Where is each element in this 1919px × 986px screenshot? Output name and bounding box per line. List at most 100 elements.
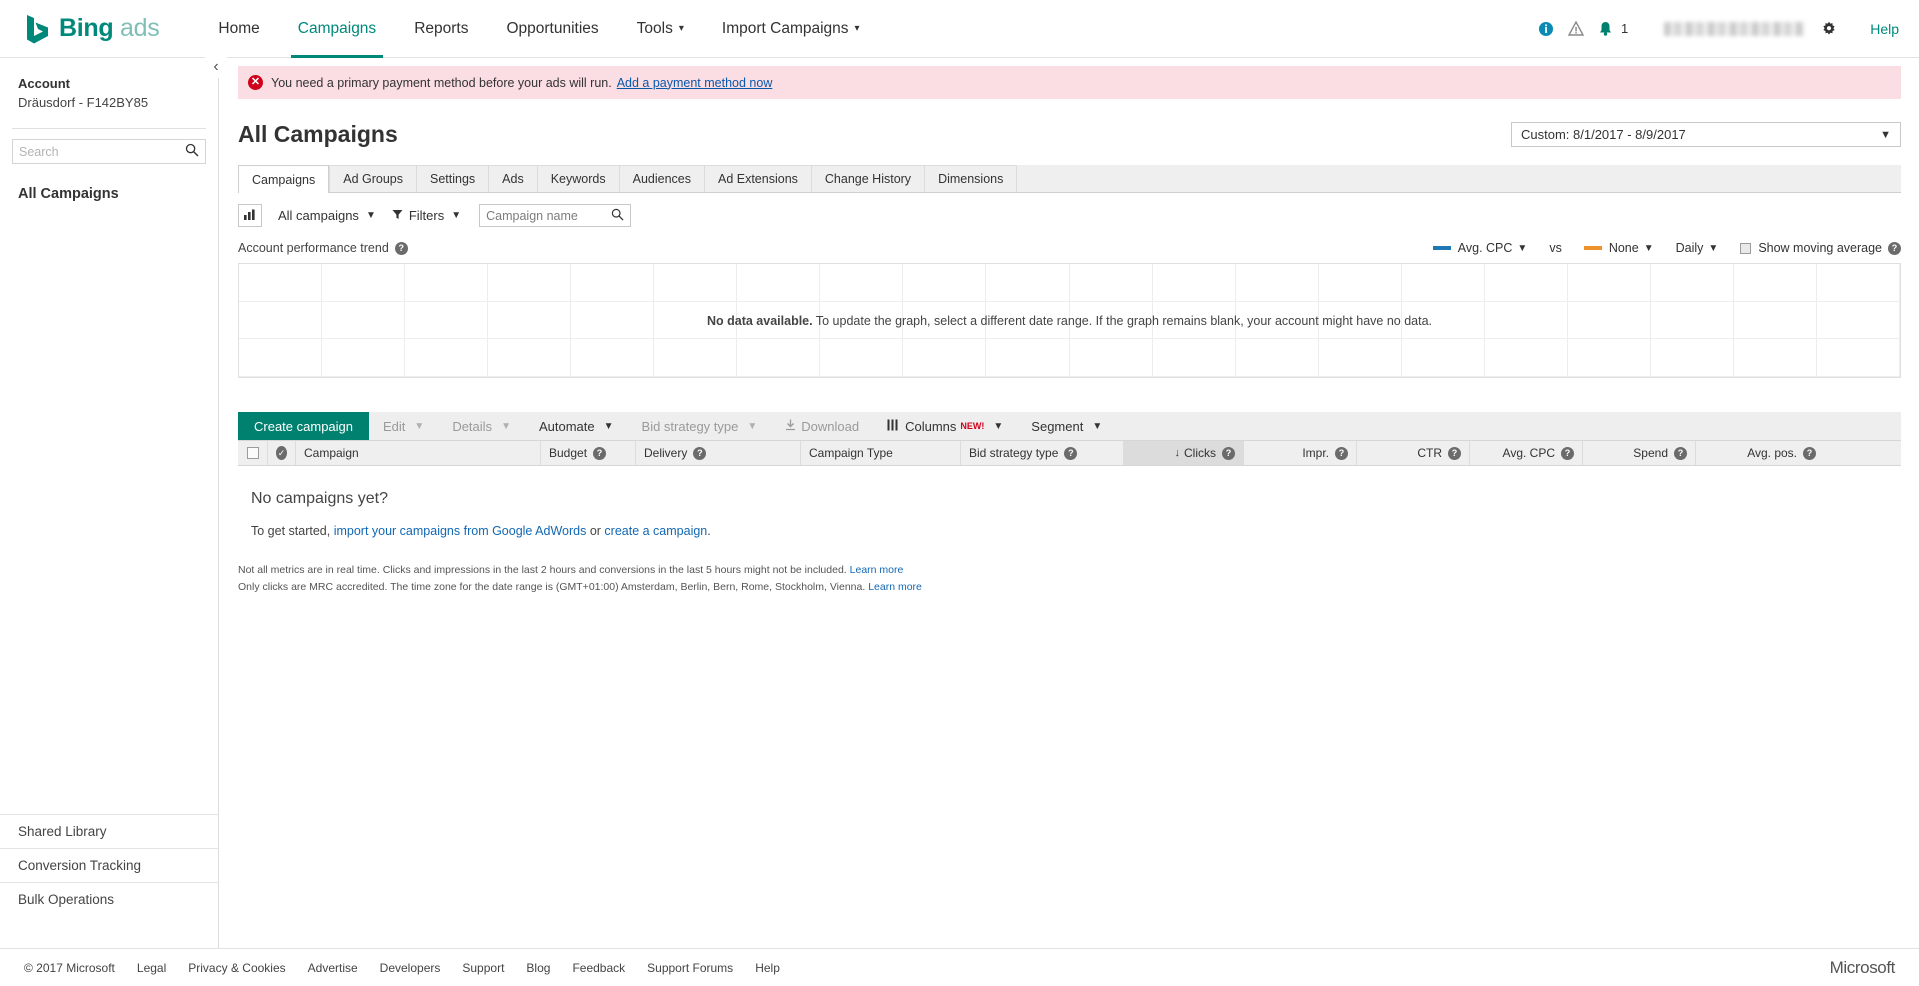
select-all-checkbox[interactable] bbox=[246, 447, 259, 459]
column-bid-strategy-type[interactable]: Bid strategy type? bbox=[961, 441, 1124, 465]
sidebar-item-all-campaigns[interactable]: All Campaigns bbox=[0, 186, 218, 202]
empty-prefix: To get started, bbox=[251, 524, 334, 538]
segment-dropdown[interactable]: Segment ▼ bbox=[1017, 412, 1116, 440]
learn-more-link[interactable]: Learn more bbox=[850, 564, 904, 576]
sidebar-item-conversion-tracking[interactable]: Conversion Tracking bbox=[0, 848, 219, 882]
filter-icon bbox=[392, 208, 403, 223]
search-icon[interactable] bbox=[185, 143, 199, 160]
column-ctr[interactable]: CTR? bbox=[1357, 441, 1470, 465]
footer-link-advertise[interactable]: Advertise bbox=[308, 961, 358, 975]
column-clicks[interactable]: ↓ Clicks? bbox=[1124, 441, 1244, 465]
details-dropdown[interactable]: Details ▼ bbox=[438, 412, 525, 440]
empty-suffix: . bbox=[707, 524, 711, 538]
sort-desc-icon: ↓ bbox=[1174, 447, 1181, 459]
column-avg-cpc[interactable]: Avg. CPC? bbox=[1470, 441, 1583, 465]
column-spend[interactable]: Spend? bbox=[1583, 441, 1696, 465]
import-adwords-link[interactable]: import your campaigns from Google AdWord… bbox=[334, 524, 587, 538]
sidebar-item-shared-library[interactable]: Shared Library bbox=[0, 814, 219, 848]
download-button[interactable]: Download bbox=[771, 412, 873, 440]
sidebar-item-bulk-operations[interactable]: Bulk Operations bbox=[0, 882, 219, 916]
moving-average-checkbox[interactable] bbox=[1740, 242, 1752, 254]
footer-link-help[interactable]: Help bbox=[755, 961, 780, 975]
column-impressions[interactable]: Impr.? bbox=[1244, 441, 1357, 465]
campaign-name-search[interactable]: Campaign name bbox=[479, 204, 632, 227]
bing-ads-logo[interactable]: Bing ads bbox=[24, 13, 160, 45]
chevron-down-icon: ▾ bbox=[854, 23, 860, 34]
column-delivery[interactable]: Delivery? bbox=[636, 441, 801, 465]
help-icon[interactable]: ? bbox=[1448, 446, 1461, 460]
account-name-masked[interactable] bbox=[1664, 21, 1805, 36]
create-campaign-link[interactable]: create a campaign bbox=[604, 524, 707, 538]
gear-icon[interactable] bbox=[1821, 21, 1837, 37]
chevron-down-icon: ▼ bbox=[414, 420, 425, 432]
grid-cell bbox=[737, 339, 821, 377]
nav-item-import-campaigns[interactable]: Import Campaigns ▾ bbox=[703, 0, 879, 58]
legend-primary-metric[interactable]: Avg. CPC ▼ bbox=[1432, 241, 1527, 255]
help-icon[interactable]: ? bbox=[1222, 446, 1235, 460]
tab-ad-groups[interactable]: Ad Groups bbox=[329, 165, 416, 192]
footer-link-blog[interactable]: Blog bbox=[526, 961, 550, 975]
filter-toolbar: All campaigns ▼ Filters ▼ Campaign name bbox=[238, 204, 1901, 227]
date-range-value: Custom: 8/1/2017 - 8/9/2017 bbox=[1521, 127, 1686, 142]
column-campaign[interactable]: Campaign bbox=[296, 441, 541, 465]
tab-ad-extensions[interactable]: Ad Extensions bbox=[703, 165, 811, 192]
column-avg-pos[interactable]: Avg. pos.? bbox=[1696, 441, 1824, 465]
help-icon[interactable]: ? bbox=[593, 446, 607, 460]
footer-link-support-forums[interactable]: Support Forums bbox=[647, 961, 733, 975]
chart-title: Account performance trend bbox=[238, 241, 389, 255]
bell-icon[interactable] bbox=[1598, 21, 1613, 37]
automate-dropdown[interactable]: Automate ▼ bbox=[525, 412, 628, 440]
sidebar-search-wrap bbox=[0, 129, 218, 164]
tab-change-history[interactable]: Change History bbox=[810, 165, 925, 192]
tab-campaigns[interactable]: Campaigns bbox=[238, 165, 330, 193]
chart-toggle-button[interactable] bbox=[238, 204, 262, 227]
column-campaign-type[interactable]: Campaign Type bbox=[801, 441, 961, 465]
footer-link-developers[interactable]: Developers bbox=[380, 961, 441, 975]
column-status[interactable]: ✓ bbox=[268, 441, 296, 465]
nav-item-opportunities[interactable]: Opportunities bbox=[487, 0, 617, 58]
tab-dimensions[interactable]: Dimensions bbox=[924, 165, 1017, 192]
help-icon[interactable]: ? bbox=[1888, 241, 1901, 255]
campaign-scope-dropdown[interactable]: All campaigns ▼ bbox=[278, 208, 376, 223]
nav-item-campaigns[interactable]: Campaigns bbox=[279, 0, 395, 58]
tab-audiences[interactable]: Audiences bbox=[618, 165, 704, 192]
show-moving-average-toggle[interactable]: Show moving average ? bbox=[1740, 241, 1901, 255]
footer-link-privacy[interactable]: Privacy & Cookies bbox=[188, 961, 285, 975]
sidebar-search-input[interactable] bbox=[12, 139, 206, 164]
footer-link-feedback[interactable]: Feedback bbox=[572, 961, 625, 975]
columns-dropdown[interactable]: Columns NEW! ▼ bbox=[873, 412, 1017, 440]
tab-keywords[interactable]: Keywords bbox=[536, 165, 619, 192]
nav-item-reports[interactable]: Reports bbox=[395, 0, 487, 58]
tab-settings[interactable]: Settings bbox=[416, 165, 489, 192]
create-campaign-button[interactable]: Create campaign bbox=[238, 412, 369, 440]
date-range-picker[interactable]: Custom: 8/1/2017 - 8/9/2017 ▼ bbox=[1511, 122, 1901, 147]
help-icon[interactable]: ? bbox=[1064, 446, 1078, 460]
nav-item-tools[interactable]: Tools ▾ bbox=[618, 0, 703, 58]
column-select-all[interactable] bbox=[238, 441, 268, 465]
info-icon[interactable] bbox=[1538, 21, 1554, 37]
footer-link-support[interactable]: Support bbox=[462, 961, 504, 975]
tab-ads[interactable]: Ads bbox=[488, 165, 537, 192]
help-icon[interactable]: ? bbox=[693, 446, 707, 460]
legend-swatch-primary bbox=[1432, 246, 1451, 250]
bid-strategy-type-dropdown[interactable]: Bid strategy type ▼ bbox=[628, 412, 772, 440]
help-icon[interactable]: ? bbox=[1561, 446, 1574, 460]
column-budget[interactable]: Budget? bbox=[541, 441, 636, 465]
help-icon[interactable]: ? bbox=[394, 241, 408, 255]
nav-item-home[interactable]: Home bbox=[199, 0, 278, 58]
primary-nav-items: Home Campaigns Reports Opportunities Too… bbox=[199, 0, 878, 58]
add-payment-method-link[interactable]: Add a payment method now bbox=[617, 76, 773, 90]
help-icon[interactable]: ? bbox=[1674, 446, 1687, 460]
learn-more-link[interactable]: Learn more bbox=[868, 581, 922, 593]
warning-icon[interactable] bbox=[1567, 21, 1584, 36]
help-icon[interactable]: ? bbox=[1335, 446, 1348, 460]
legend-secondary-metric[interactable]: None ▼ bbox=[1583, 241, 1654, 255]
footer-link-legal[interactable]: Legal bbox=[137, 961, 166, 975]
edit-dropdown[interactable]: Edit ▼ bbox=[369, 412, 438, 440]
filters-dropdown[interactable]: Filters ▼ bbox=[392, 208, 461, 223]
help-link[interactable]: Help bbox=[1870, 21, 1899, 37]
help-icon[interactable]: ? bbox=[1803, 446, 1816, 460]
grid-cell bbox=[1069, 264, 1153, 302]
search-icon[interactable] bbox=[611, 208, 624, 224]
chart-granularity-dropdown[interactable]: Daily ▼ bbox=[1676, 241, 1719, 255]
